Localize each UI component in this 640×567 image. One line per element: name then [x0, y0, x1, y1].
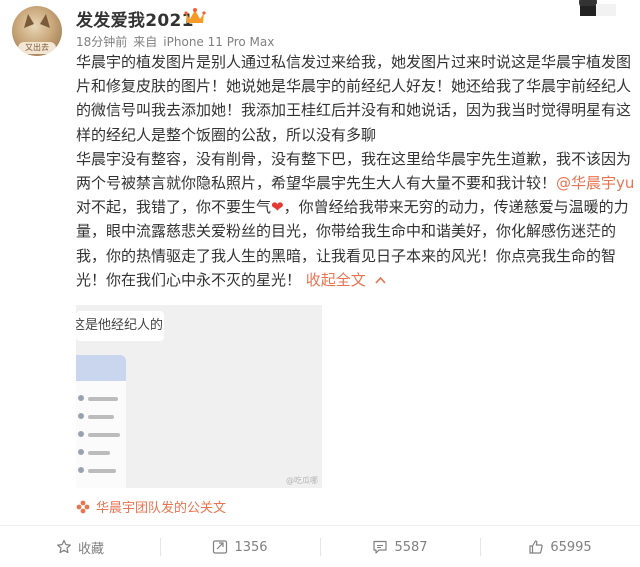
post-body: 华晨宇的植发图片是别人通过私信发过来给我，她发图片过来时说这是华晨宇植发图片和修… — [76, 50, 636, 292]
favorite-label: 收藏 — [77, 541, 104, 557]
source-link[interactable]: 华晨宇团队发的公关文 — [76, 497, 226, 516]
comment-icon — [373, 540, 388, 554]
screenshot-row — [88, 433, 120, 437]
chat-bubble: 这是他经纪人的 — [76, 311, 164, 341]
comment-count: 5587 — [394, 539, 428, 555]
post-text-part3: 对不起，我错了，你不要生气 — [76, 198, 272, 217]
screenshot-row — [88, 415, 114, 419]
repost-icon — [213, 540, 228, 554]
post-time[interactable]: 18分钟前 — [76, 35, 127, 49]
post-device: iPhone 11 Pro Max — [163, 35, 275, 49]
screenshot-avatar — [78, 449, 84, 455]
screenshot-avatar — [78, 431, 84, 437]
avatar-caption: 又出去 — [18, 42, 56, 54]
chevron-up-icon — [374, 276, 386, 284]
heart-emoji: ❤ — [271, 198, 284, 217]
screenshot-avatar — [78, 413, 84, 419]
author-name[interactable]: 发发爱我2021 — [76, 6, 194, 31]
user-thumbnail[interactable] — [566, 0, 620, 16]
screenshot-row — [88, 397, 118, 401]
screenshot-row — [88, 451, 110, 455]
screenshot-avatar — [78, 467, 84, 473]
action-bar: 收藏 1356 5587 65995 — [0, 527, 640, 567]
source-prefix: 来自 — [133, 35, 158, 49]
like-icon — [529, 540, 544, 554]
like-button[interactable]: 65995 — [480, 527, 640, 567]
screenshot-avatar — [78, 395, 84, 401]
collapse-label: 收起全文 — [305, 270, 366, 289]
image-watermark: @吃瓜哪 — [286, 476, 318, 485]
screenshot-row — [88, 469, 116, 473]
author-avatar[interactable]: 又出去 — [12, 6, 62, 56]
screenshot-header — [76, 355, 126, 381]
favorite-button[interactable]: 收藏 — [0, 527, 160, 567]
mention-link[interactable]: @华晨宇yu — [556, 174, 634, 192]
source-link-label: 华晨宇团队发的公关文 — [96, 501, 227, 516]
like-count: 65995 — [550, 539, 592, 555]
post-text-part2: 华晨宇没有整容，没有削骨，没有整下巴，我在这里给华晨宇先生道歉，我不该因为两个号… — [76, 149, 632, 193]
divider — [0, 525, 640, 526]
post-text-part1: 华晨宇的植发图片是别人通过私信发过来给我，她发图片过来时说这是华晨宇植发图片和修… — [76, 53, 632, 144]
star-icon — [56, 539, 71, 554]
cat-ears-icon — [24, 14, 50, 28]
comment-button[interactable]: 5587 — [320, 527, 480, 567]
flower-icon — [76, 500, 90, 513]
chat-bubble-text: 这是他经纪人的 — [76, 318, 164, 333]
repost-button[interactable]: 1356 — [160, 527, 320, 567]
repost-count: 1356 — [234, 539, 268, 555]
phone-screenshot — [76, 355, 126, 488]
collapse-button[interactable]: 收起全文 — [306, 271, 386, 289]
vip-crown-icon[interactable] — [184, 7, 206, 25]
post-image[interactable]: 这是他经纪人的 @吃瓜哪 — [76, 305, 322, 488]
post-meta: 18分钟前 来自 iPhone 11 Pro Max — [76, 33, 280, 50]
